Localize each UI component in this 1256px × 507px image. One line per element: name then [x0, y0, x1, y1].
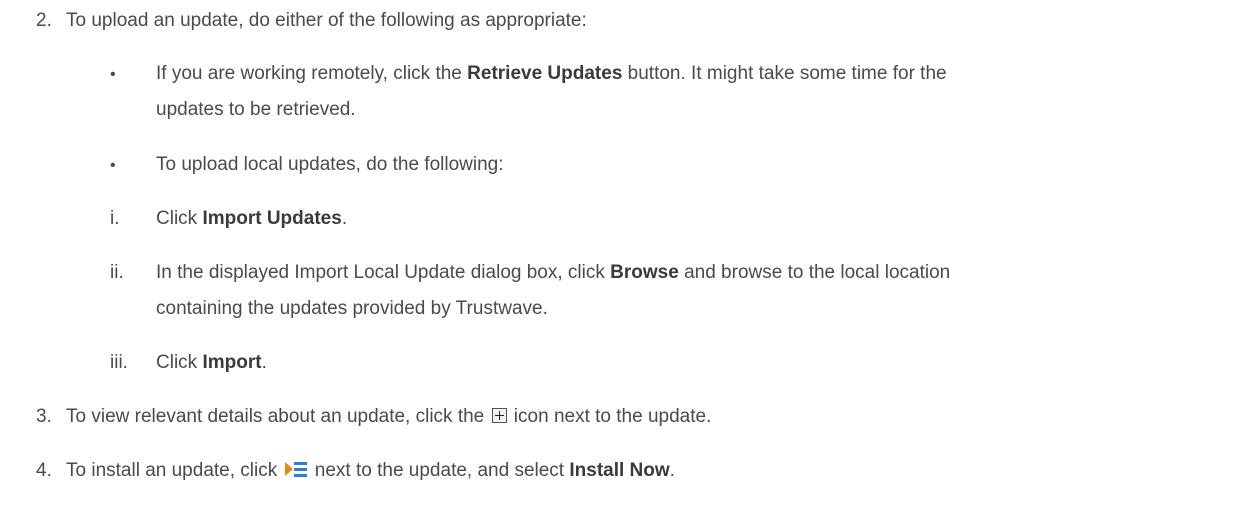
bullet-local-text: To upload local updates, do the followin… [156, 154, 504, 175]
step-number: 4. [36, 460, 52, 481]
step-number: 3. [36, 406, 52, 427]
retrieve-updates-label: Retrieve Updates [467, 63, 623, 84]
import-label: Import [202, 352, 262, 373]
step-2-text: To upload an update, do either of the fo… [66, 10, 587, 31]
expand-plus-icon [491, 408, 507, 423]
substep-ii-text-line2: containing the updates provided by Trust… [156, 298, 548, 319]
bullet-remote-text: If you are working remotely, click the R… [156, 63, 947, 84]
step-3-text: To view relevant details about an update… [66, 406, 712, 427]
step-4-text: To install an update, click next to the … [66, 460, 675, 481]
bullet: • [110, 66, 116, 83]
step-2: 2. [36, 10, 52, 32]
substep-number: i. [110, 208, 120, 229]
browse-label: Browse [610, 262, 679, 283]
actions-menu-icon [284, 461, 308, 478]
bullet: • [110, 157, 116, 174]
import-updates-label: Import Updates [202, 208, 342, 229]
step-number: 2. [36, 10, 52, 31]
substep-i-text: Click Import Updates. [156, 208, 348, 229]
substep-number: ii. [110, 262, 124, 283]
substep-ii-text: In the displayed Import Local Update dia… [156, 262, 951, 283]
install-now-label: Install Now [569, 460, 670, 481]
substep-number: iii. [110, 352, 128, 373]
substep-iii-text: Click Import. [156, 352, 267, 373]
bullet-remote-text-line2: updates to be retrieved. [156, 99, 356, 120]
